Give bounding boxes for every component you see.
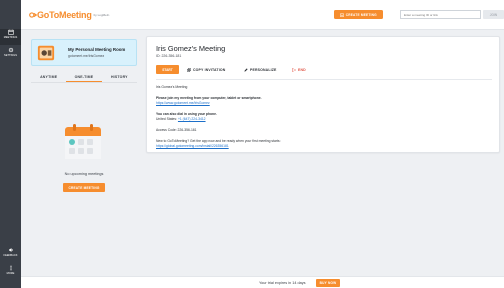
top-header: GoToMeeting by LogMeIn CREATE MEETING JO…: [21, 0, 504, 30]
invite-dial-prefix: United States:: [156, 117, 178, 121]
personal-room-title: My Personal Meeting Room: [68, 47, 126, 52]
nav-more-label: MORE: [6, 272, 15, 275]
copy-icon: [187, 67, 191, 72]
invite-access-code: Access Code: 226-356-181: [156, 128, 197, 132]
empty-calendar-icon: [65, 124, 101, 159]
invite-install-link[interactable]: https://global.gotomeeting.com/install/2…: [156, 144, 229, 148]
more-vertical-icon: [9, 265, 12, 271]
buy-now-button[interactable]: BUY NOW: [316, 279, 340, 287]
header-create-label: CREATE MEETING: [345, 12, 377, 17]
tab-one-time[interactable]: ONE-TIME: [66, 72, 102, 82]
invite-join-prompt: Please join my meeting from your compute…: [156, 96, 262, 100]
personalize-button[interactable]: PERSONALIZE: [244, 65, 277, 74]
nav-settings[interactable]: SETTINGS: [0, 47, 21, 63]
pencil-icon: [244, 67, 248, 72]
trial-footer: Your trial expires in 14 days BUY NOW: [21, 276, 504, 288]
invite-dial-number[interactable]: +1 (647) 224-3412: [178, 117, 206, 121]
start-button[interactable]: START: [156, 65, 179, 74]
invite-new-user-text: New to GoToMeeting? Get the app now and …: [156, 139, 281, 143]
left-nav: MEETINGS SETTINGS FEEDBACK MORE: [0, 0, 21, 288]
no-upcoming-text: No upcoming meetings: [64, 172, 104, 176]
trial-expiry-text: Your trial expires in 14 days: [259, 280, 306, 285]
create-meeting-button[interactable]: CREATE MEETING: [63, 183, 105, 192]
calendar-icon: [7, 29, 14, 35]
nav-feedback-label: FEEDBACK: [3, 254, 18, 257]
calendar-plus-icon: [340, 13, 345, 17]
tab-anytime[interactable]: ANYTIME: [31, 72, 66, 82]
goto-logo-icon: [29, 12, 37, 18]
nav-feedback[interactable]: FEEDBACK: [0, 247, 21, 263]
personal-room-link[interactable]: gotomeet.me/IrisGomez: [68, 54, 104, 58]
invite-install-link-row: https://global.gotomeeting.com/install/2…: [156, 144, 229, 148]
tab-history[interactable]: HISTORY: [102, 72, 137, 82]
copy-invitation-button[interactable]: COPY INVITATION: [187, 65, 225, 74]
invite-dial-row: United States: +1 (647) 224-3412: [156, 117, 206, 121]
logo-text: GoToMeeting: [37, 10, 92, 20]
end-label: END: [298, 67, 306, 72]
join-button[interactable]: JOIN: [483, 10, 504, 19]
nav-settings-label: SETTINGS: [4, 54, 17, 57]
nav-meetings-label: MEETINGS: [3, 36, 18, 39]
invite-dial-prompt: You can also dial in using your phone.: [156, 112, 217, 116]
meeting-tabs: ANYTIME ONE-TIME HISTORY: [31, 72, 137, 83]
header-create-meeting-button[interactable]: CREATE MEETING: [334, 10, 383, 19]
join-meeting-input[interactable]: [400, 10, 481, 19]
invite-join-link[interactable]: https://www.gotomeet.me/IrisGomez: [156, 101, 210, 105]
personal-room-avatar-icon: [37, 45, 55, 61]
card-divider: [156, 79, 492, 80]
meeting-detail-card: Iris Gomez's Meeting ID: 226-356-181 STA…: [146, 36, 500, 153]
end-button[interactable]: END: [292, 65, 306, 74]
personalize-label: PERSONALIZE: [250, 67, 277, 72]
nav-more[interactable]: MORE: [0, 265, 21, 281]
end-icon: [292, 67, 296, 72]
meeting-id: ID: 226-356-181: [156, 54, 182, 58]
app-logo: GoToMeeting by LogMeIn: [29, 10, 109, 20]
invite-join-link-row: https://www.gotomeet.me/IrisGomez: [156, 101, 210, 105]
meeting-title: Iris Gomez's Meeting: [156, 44, 226, 53]
nav-meetings[interactable]: MEETINGS: [0, 29, 21, 45]
logo-by: by LogMeIn: [93, 12, 110, 17]
gear-icon: [8, 47, 13, 53]
personal-room-card[interactable]: My Personal Meeting Room gotomeet.me/Iri…: [31, 39, 137, 66]
megaphone-icon: [8, 248, 13, 252]
invite-heading: Iris Gomez's Meeting: [156, 85, 188, 89]
copy-invitation-label: COPY INVITATION: [193, 67, 226, 72]
